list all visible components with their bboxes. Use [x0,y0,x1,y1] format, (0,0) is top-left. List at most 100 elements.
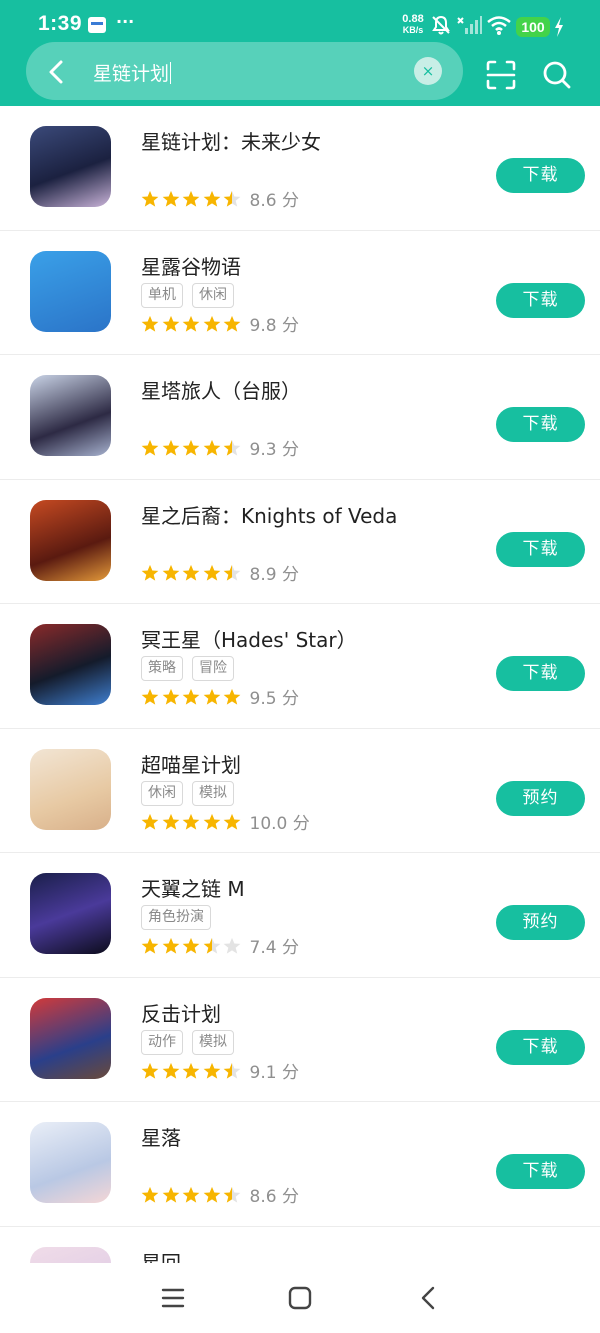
star-icon [141,440,159,456]
app-icon[interactable] [30,499,111,581]
rating-stars [141,936,244,956]
status-time: 1:39 [38,12,83,35]
search-input[interactable]: 星链计划 [93,59,172,86]
search-icon[interactable] [540,58,574,92]
download-button[interactable]: 下载 [496,531,585,567]
app-name[interactable]: 星露谷物语 [141,251,241,280]
back-arrow-icon[interactable] [36,52,76,92]
star-icon [203,315,220,332]
app-rating: 7.4 分 [141,933,299,958]
app-name[interactable]: 冥王星（Hades' Star） [141,624,357,653]
search-bar[interactable] [26,42,463,100]
rating-stars [141,562,244,582]
star-icon [141,813,159,830]
notification-app-icon [88,17,106,33]
star-icon [141,191,159,207]
download-button[interactable]: 下载 [496,656,585,691]
app-rating: 10.0 分 [141,809,310,834]
network-speed-unit: KB/s [402,25,424,35]
app-icon[interactable] [30,375,111,456]
star-icon [162,813,179,830]
rating-score: 7.4 分 [249,938,299,958]
app-name[interactable]: 超喵星计划 [141,749,241,778]
rating-score: 8.6 分 [249,191,299,211]
list-item[interactable]: 星之后裔：Knights of Veda 8.9 分 下载 [0,480,600,604]
app-name[interactable]: 星回 [141,1247,181,1264]
app-tag: 单机 [141,282,183,308]
list-item[interactable]: 冥王星（Hades' Star） 策略 冒险 9.5 分 下载 [0,604,600,729]
rating-stars [141,1060,244,1080]
rating-score: 9.8 分 [249,315,299,336]
star-icon [182,440,200,456]
star-icon [223,191,241,207]
app-icon[interactable] [30,624,111,705]
app-icon[interactable] [30,873,111,954]
list-item[interactable]: 星链计划：未来少女 8.6 分 下载 [0,106,600,231]
network-speed-value: 0.88 [402,13,424,25]
app-name[interactable]: 天翼之链 M [141,873,245,902]
download-button[interactable]: 下载 [496,1029,585,1065]
app-icon[interactable] [30,748,111,830]
app-tags: 角色扮演 [141,905,220,931]
app-tag: 休闲 [192,282,234,308]
search-results-list[interactable]: 星链计划：未来少女 8.6 分下载 星露谷物语 单机 休闲 9.8 分下载 星塔旅人（台服）… [0,106,600,1263]
app-icon[interactable] [30,250,111,332]
app-icon[interactable] [30,126,111,207]
star-icon [141,1062,159,1079]
app-tag: 动作 [141,1029,183,1055]
star-icon [203,938,220,954]
app-rating: 9.5 分 [141,684,299,709]
star-icon [162,938,179,954]
list-item[interactable]: 星塔旅人（台服） 9.3 分 下载 [0,355,600,480]
scan-icon[interactable] [484,58,518,92]
rating-stars [141,687,244,707]
star-icon [162,564,179,581]
download-button[interactable]: 下载 [496,1154,585,1189]
text-caret [170,62,172,84]
list-item[interactable]: 天翼之链 M 角色扮演 7.4 分 预约 [0,853,600,978]
star-icon [182,1062,200,1079]
app-rating: 8.6 分 [141,1182,299,1207]
download-button[interactable]: 下载 [496,282,585,318]
app-rating: 9.3 分 [141,435,299,460]
app-name[interactable]: 星落 [141,1122,181,1151]
list-item[interactable]: 超喵星计划 休闲 模拟 10.0 分 预约 [0,729,600,853]
home-icon[interactable] [285,1283,315,1313]
menu-icon[interactable] [158,1283,188,1313]
download-button[interactable]: 下载 [496,407,585,442]
network-speed: 0.88 KB/s [398,14,428,36]
app-name[interactable]: 反击计划 [141,998,221,1027]
rating-stars [141,438,244,458]
app-name[interactable]: 星塔旅人（台服） [141,375,301,404]
app-rating: 8.6 分 [141,186,299,211]
list-item[interactable]: 星回 [0,1227,600,1264]
app-icon[interactable] [30,997,111,1079]
star-icon [203,440,220,456]
app-tag: 模拟 [192,780,234,806]
star-icon [182,564,200,581]
list-item[interactable]: 星露谷物语 单机 休闲 9.8 分 下载 [0,231,600,355]
app-icon[interactable] [30,1246,111,1263]
reserve-button[interactable]: 预约 [496,905,585,940]
download-button[interactable]: 下载 [496,158,585,193]
star-icon [203,813,220,830]
app-icon[interactable] [30,1122,111,1203]
star-icon [182,813,200,830]
star-icon [162,315,179,332]
charging-bolt-icon [555,17,563,37]
back-icon[interactable] [414,1283,444,1313]
reserve-button[interactable]: 预约 [496,780,585,816]
signal-icon [457,16,482,34]
star-icon [223,1187,241,1203]
list-item[interactable]: 反击计划 动作 模拟 9.1 分 下载 [0,978,600,1102]
star-icon [223,440,241,456]
app-name[interactable]: 星之后裔：Knights of Veda [141,500,397,529]
star-icon [182,191,200,207]
star-icon [182,1187,200,1203]
list-item[interactable]: 星落 8.6 分 下载 [0,1102,600,1227]
rating-stars [141,313,244,333]
app-name[interactable]: 星链计划：未来少女 [141,126,321,155]
rating-score: 8.6 分 [249,1187,299,1207]
clear-icon[interactable]: × [414,57,442,85]
rating-stars [141,811,244,831]
